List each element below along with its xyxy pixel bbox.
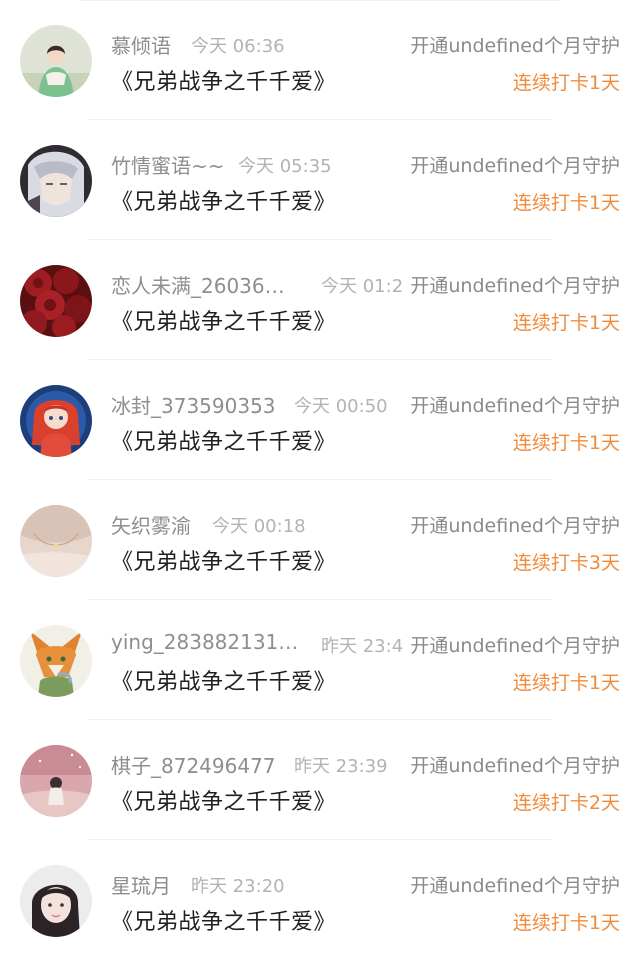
avatar-image bbox=[20, 745, 92, 817]
book-title[interactable]: 《兄弟战争之千千爱》 bbox=[111, 424, 336, 456]
avatar-image bbox=[20, 865, 92, 937]
checkin-streak: 连续打卡3天 bbox=[512, 552, 620, 574]
user-name[interactable]: 棋子_872496477 bbox=[111, 750, 276, 779]
user-name[interactable]: 恋人未满_26036… bbox=[111, 270, 285, 299]
avatar-image bbox=[20, 505, 92, 577]
checkin-streak: 连续打卡1天 bbox=[512, 72, 620, 94]
user-name[interactable]: 冰封_373590353 bbox=[111, 390, 276, 419]
checkin-streak: 连续打卡1天 bbox=[512, 912, 620, 934]
avatar-image bbox=[20, 265, 92, 337]
list-item[interactable]: 矢织雾渝 今天 00:18 开通undefined个月守护 《兄弟战争之千千爱》… bbox=[0, 480, 640, 600]
guard-action-text: 开通undefined个月守护 bbox=[410, 635, 620, 657]
checkin-streak: 连续打卡1天 bbox=[512, 672, 620, 694]
book-title[interactable]: 《兄弟战争之千千爱》 bbox=[111, 184, 336, 216]
list-item[interactable]: 冰封_373590353 今天 00:50 开通undefined个月守护 《兄… bbox=[0, 360, 640, 480]
timestamp: 昨天 23:4 bbox=[321, 636, 404, 657]
avatar[interactable] bbox=[20, 865, 92, 937]
book-title[interactable]: 《兄弟战争之千千爱》 bbox=[111, 904, 336, 936]
avatar[interactable] bbox=[20, 25, 92, 97]
avatar-image bbox=[20, 25, 92, 97]
guard-action-text: 开通undefined个月守护 bbox=[410, 35, 620, 57]
guard-action-text: 开通undefined个月守护 bbox=[410, 395, 620, 417]
avatar-image bbox=[20, 385, 92, 457]
guard-action-text: 开通undefined个月守护 bbox=[410, 755, 620, 777]
timestamp: 今天 00:50 bbox=[294, 396, 388, 417]
avatar[interactable] bbox=[20, 505, 92, 577]
guard-action-text: 开通undefined个月守护 bbox=[410, 275, 620, 297]
book-title[interactable]: 《兄弟战争之千千爱》 bbox=[111, 304, 336, 336]
guard-action-text: 开通undefined个月守护 bbox=[410, 875, 620, 897]
user-name[interactable]: 星琉月 bbox=[111, 870, 171, 899]
timestamp: 今天 01:2 bbox=[321, 276, 404, 297]
book-title[interactable]: 《兄弟战争之千千爱》 bbox=[111, 784, 336, 816]
avatar[interactable] bbox=[20, 745, 92, 817]
avatar-image bbox=[20, 145, 92, 217]
checkin-streak: 连续打卡1天 bbox=[512, 312, 620, 334]
list-item[interactable]: 星琉月 昨天 23:20 开通undefined个月守护 《兄弟战争之千千爱》 … bbox=[0, 840, 640, 960]
avatar[interactable] bbox=[20, 145, 92, 217]
checkin-streak: 连续打卡1天 bbox=[512, 432, 620, 454]
list-item[interactable]: ying_283882131… 昨天 23:4 开通undefined个月守护 … bbox=[0, 600, 640, 720]
book-title[interactable]: 《兄弟战争之千千爱》 bbox=[111, 64, 336, 96]
timestamp: 今天 06:36 bbox=[191, 36, 285, 57]
avatar[interactable] bbox=[20, 265, 92, 337]
list-item[interactable]: 竹情蜜语~~ 今天 05:35 开通undefined个月守护 《兄弟战争之千千… bbox=[0, 120, 640, 240]
book-title[interactable]: 《兄弟战争之千千爱》 bbox=[111, 544, 336, 576]
user-name[interactable]: 慕倾语 bbox=[111, 30, 171, 59]
avatar-image bbox=[20, 625, 92, 697]
user-name[interactable]: 竹情蜜语~~ bbox=[111, 150, 225, 179]
timestamp: 昨天 23:20 bbox=[191, 876, 285, 897]
checkin-streak: 连续打卡1天 bbox=[512, 192, 620, 214]
list-item[interactable]: 慕倾语 今天 06:36 开通undefined个月守护 《兄弟战争之千千爱》 … bbox=[0, 0, 640, 120]
avatar[interactable] bbox=[20, 385, 92, 457]
list-item[interactable]: 恋人未满_26036… 今天 01:2 开通undefined个月守护 《兄弟战… bbox=[0, 240, 640, 360]
list-item[interactable]: 棋子_872496477 昨天 23:39 开通undefined个月守护 《兄… bbox=[0, 720, 640, 840]
checkin-streak: 连续打卡2天 bbox=[512, 792, 620, 814]
guardian-list: 慕倾语 今天 06:36 开通undefined个月守护 《兄弟战争之千千爱》 … bbox=[0, 0, 640, 960]
user-name[interactable]: ying_283882131… bbox=[111, 630, 298, 654]
user-name[interactable]: 矢织雾渝 bbox=[111, 510, 191, 539]
book-title[interactable]: 《兄弟战争之千千爱》 bbox=[111, 664, 336, 696]
guard-action-text: 开通undefined个月守护 bbox=[410, 515, 620, 537]
avatar[interactable] bbox=[20, 625, 92, 697]
timestamp: 今天 05:35 bbox=[238, 156, 332, 177]
guard-action-text: 开通undefined个月守护 bbox=[410, 155, 620, 177]
timestamp: 昨天 23:39 bbox=[294, 756, 388, 777]
timestamp: 今天 00:18 bbox=[212, 516, 306, 537]
